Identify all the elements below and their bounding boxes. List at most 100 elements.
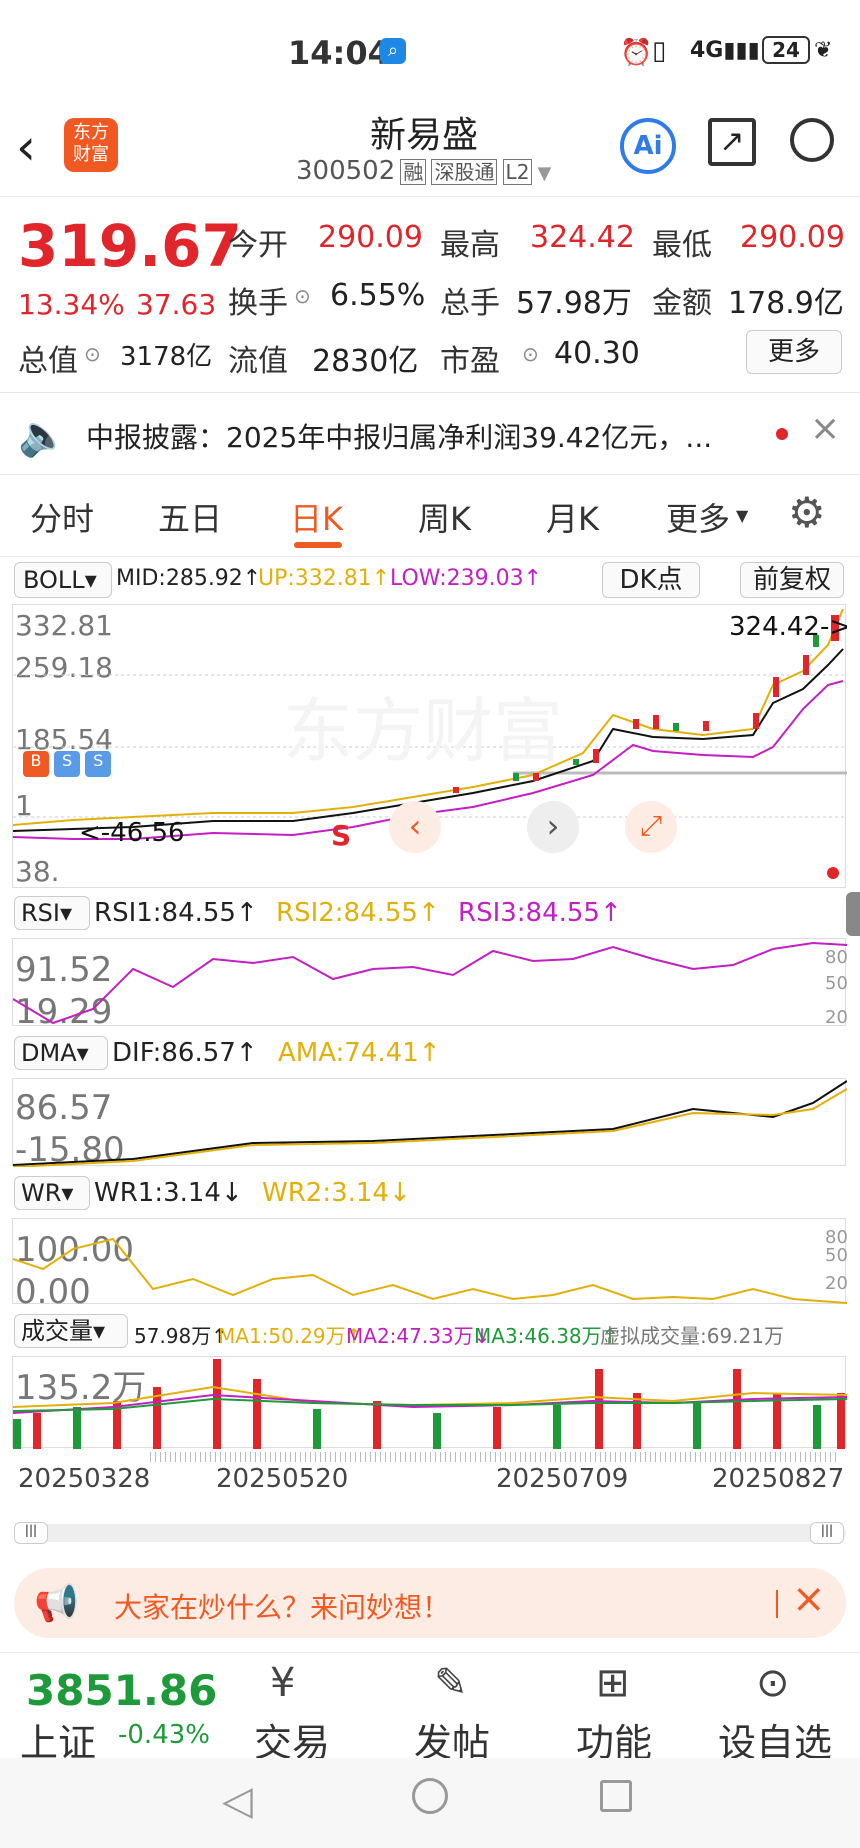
- search-icon[interactable]: [790, 118, 834, 162]
- dma-axis-high: 86.57: [15, 1088, 112, 1128]
- quote-panel: 319.67 13.34% 37.63 今开 290.09 最高 324.42 …: [0, 200, 860, 390]
- trade-icon[interactable]: ¥: [270, 1660, 295, 1706]
- rsi2-value: RSI2:84.55↑: [276, 898, 440, 928]
- wr-level: 20: [825, 1273, 847, 1294]
- vol-ma3: MA3:46.38万↑: [474, 1324, 619, 1348]
- battery-icon: 24: [762, 36, 810, 64]
- info-icon[interactable]: ⊙: [84, 342, 101, 366]
- grid-icon[interactable]: ⊞: [596, 1660, 630, 1706]
- fq-button[interactable]: 前复权: [740, 562, 844, 598]
- vol-virtual: 虚拟成交量:69.21万: [600, 1324, 784, 1348]
- open-label: 今开: [228, 228, 288, 263]
- next-icon[interactable]: ›: [527, 801, 579, 853]
- last-price: 319.67: [18, 212, 242, 280]
- rsi-level: 80: [825, 947, 847, 968]
- tab-fenshi[interactable]: 分时: [30, 494, 94, 540]
- date-label: 20250328: [18, 1464, 151, 1494]
- home-nav-icon[interactable]: [412, 1778, 448, 1814]
- boll-mid: MID:285.92↑: [116, 566, 262, 591]
- dropdown-icon[interactable]: ▼: [538, 163, 552, 184]
- volume-value: 57.98万: [516, 286, 632, 321]
- rsi-selector[interactable]: RSI▾: [14, 896, 90, 930]
- back-icon[interactable]: ‹: [16, 118, 36, 176]
- prev-icon[interactable]: ‹: [389, 801, 441, 853]
- volume-header: 成交量▾ 57.98万↑ MA1:50.29万↑ MA2:47.33万↓ MA3…: [0, 1312, 860, 1352]
- kline-chart[interactable]: 332.81 259.18 185.54 1 38. 东方财富 324.42->…: [12, 604, 851, 888]
- float-value: 2830亿: [312, 344, 419, 379]
- boll-selector[interactable]: BOLL▾: [14, 562, 112, 598]
- stock-code: 300502: [296, 156, 396, 186]
- vol-value: 57.98万↑: [134, 1324, 229, 1348]
- tab-zhouk[interactable]: 周K: [418, 494, 471, 540]
- dif-line: [12, 1080, 848, 1166]
- wr-chart[interactable]: 100.00 0.00 80 50 20: [12, 1218, 848, 1312]
- boll-low: LOW:239.03↑: [390, 566, 543, 591]
- more-dots-icon[interactable]: ⊙: [756, 1660, 790, 1706]
- tab-yuek[interactable]: 月K: [546, 494, 599, 540]
- brand-logo: 东方 财富: [64, 118, 118, 172]
- wr-axis-low: 0.00: [15, 1272, 91, 1305]
- dma-header: DMA▾ DIF:86.57↑ AMA:74.41↑: [0, 1034, 860, 1074]
- boll-up: UP:332.81↑: [258, 566, 391, 591]
- expand-icon[interactable]: ⤢: [625, 801, 677, 853]
- volume-selector[interactable]: 成交量▾: [14, 1314, 128, 1348]
- axis-label: 1: [15, 789, 33, 822]
- vibrate-icon: ▯: [652, 36, 667, 66]
- ai-button[interactable]: Ai: [620, 118, 676, 174]
- close-icon[interactable]: ×: [810, 408, 840, 449]
- wr-name: WR: [21, 1179, 62, 1207]
- ama-value: AMA:74.41↑: [278, 1038, 441, 1068]
- range-handle-right[interactable]: |||: [810, 1522, 844, 1544]
- rsi-level: 50: [825, 973, 847, 994]
- volume-chart[interactable]: 135.2万: [12, 1356, 848, 1449]
- dma-selector[interactable]: DMA▾: [14, 1036, 108, 1070]
- ask-banner[interactable]: 📢 大家在炒什么？来问妙想！ ×: [14, 1568, 846, 1638]
- status-time: 14:04: [288, 34, 390, 72]
- watermark-text: 东方财富: [283, 690, 563, 772]
- range-scrollbar[interactable]: ||| |||: [14, 1522, 846, 1544]
- dma-chart[interactable]: 86.57 -15.80: [12, 1078, 848, 1170]
- divider: [776, 1590, 778, 1618]
- status-bar: 14:04 ⌕ ⏰ ▯ 4G▮▮▮ 24 ❦: [0, 0, 860, 104]
- banner-text[interactable]: 大家在炒什么？来问妙想！: [114, 1586, 450, 1626]
- tab-more[interactable]: 更多: [666, 494, 730, 540]
- dma-name: DMA: [21, 1039, 77, 1067]
- boll-header: BOLL▾ MID:285.92↑ UP:332.81↑ LOW:239.03↑…: [0, 560, 860, 600]
- search-badge-icon: ⌕: [380, 38, 406, 64]
- gear-icon[interactable]: ⚙: [788, 488, 826, 537]
- chevron-down-icon: ▼: [736, 506, 749, 525]
- index-value[interactable]: 3851.86: [26, 1666, 217, 1715]
- wr-level: 50: [825, 1245, 847, 1266]
- bottom-nav: 3851.86 上证 -0.43% ¥ 交易 ✎ 发帖 ⊞ 功能 ⊙ 设自选: [0, 1654, 860, 1765]
- recent-nav-icon[interactable]: [600, 1780, 632, 1812]
- turnover-label: 换手: [228, 286, 288, 321]
- range-handle-left[interactable]: |||: [14, 1522, 48, 1544]
- tab-rik[interactable]: 日K: [290, 494, 343, 540]
- leaf-icon: ❦: [814, 38, 833, 63]
- notice-bar[interactable]: 🔈 中报披露：2025年中报归属净利润39.42亿元，... ×: [0, 396, 860, 472]
- wr-selector[interactable]: WR▾: [14, 1176, 90, 1210]
- rsi-chart[interactable]: 91.52 19.29 80 50 20: [12, 938, 848, 1032]
- back-nav-icon[interactable]: ◁: [222, 1778, 253, 1824]
- more-button[interactable]: 更多: [746, 330, 842, 374]
- close-icon[interactable]: ×: [792, 1576, 826, 1622]
- axis-label: 259.18: [15, 651, 113, 684]
- low-label: 最低: [652, 228, 712, 263]
- change-pct: 13.34%: [18, 288, 125, 321]
- info-icon[interactable]: ⊙: [294, 284, 311, 308]
- signal-marks: B S S: [23, 751, 113, 791]
- notice-text[interactable]: 中报披露：2025年中报归属净利润39.42亿元，...: [86, 416, 712, 456]
- dk-button[interactable]: DK点: [602, 562, 700, 598]
- index-change: -0.43%: [118, 1720, 210, 1750]
- info-icon[interactable]: ⊙: [522, 342, 539, 366]
- tab-wuri[interactable]: 五日: [158, 494, 222, 540]
- pe-label: 市盈: [440, 344, 500, 379]
- wr-axis-high: 100.00: [15, 1230, 134, 1270]
- boll-name: BOLL: [23, 566, 85, 594]
- collapse-tab[interactable]: [846, 892, 860, 936]
- share-icon[interactable]: ↗: [708, 118, 756, 166]
- high-value: 324.42: [530, 220, 635, 255]
- amount-value: 178.9亿: [728, 286, 844, 321]
- edit-icon[interactable]: ✎: [434, 1660, 468, 1706]
- volume-label: 总手: [440, 286, 500, 321]
